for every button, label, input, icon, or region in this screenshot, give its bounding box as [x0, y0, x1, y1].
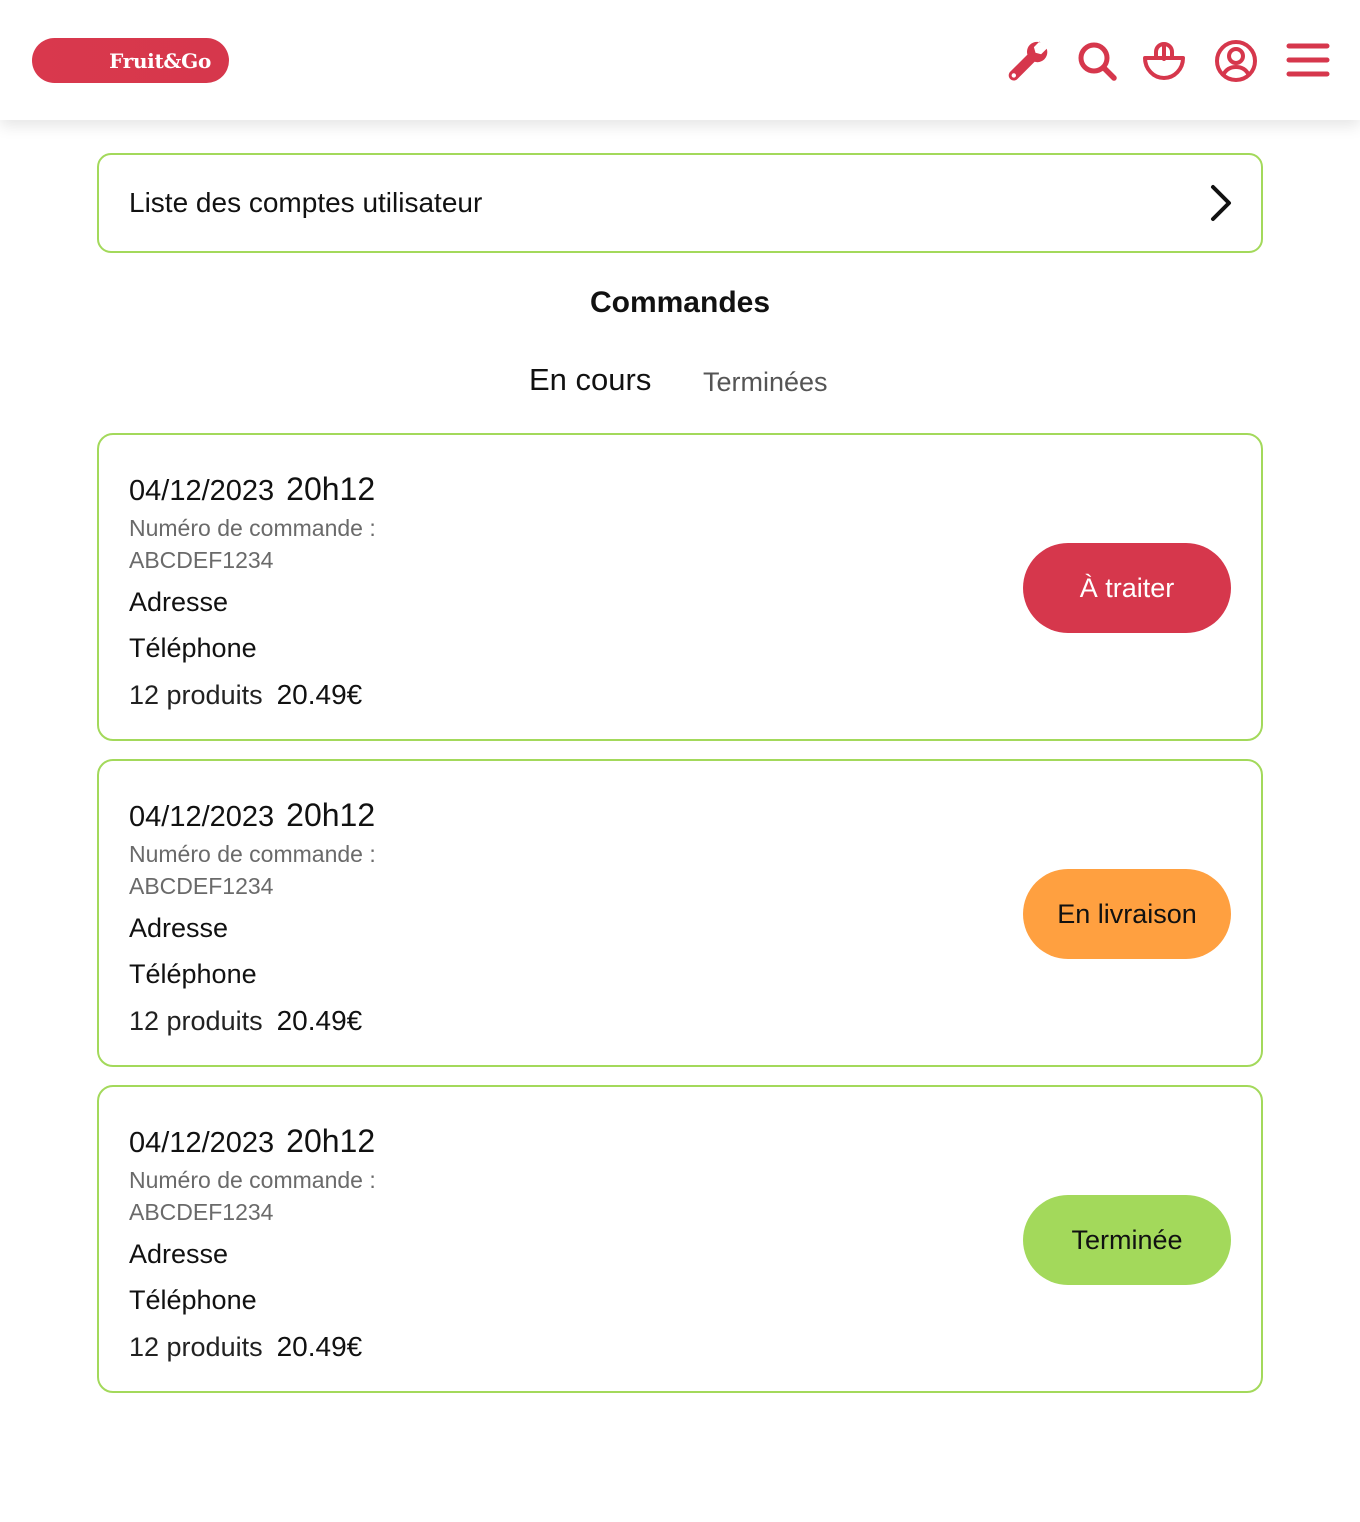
order-card: 04/12/2023 20h12 Numéro de commande : ABC… [97, 1085, 1263, 1393]
order-number: ABCDEF1234 [129, 547, 274, 573]
order-number-label: Numéro de commande : [129, 1167, 376, 1193]
order-number-label: Numéro de commande : [129, 515, 376, 541]
order-address: Adresse [129, 913, 229, 943]
tab-completed[interactable]: Terminées [703, 367, 828, 398]
order-total: 20.49€ [276, 1331, 363, 1362]
status-button-completed[interactable]: Terminée [1023, 1195, 1231, 1285]
order-datetime: 04/12/2023 20h12 [129, 471, 375, 508]
order-datetime: 04/12/2023 20h12 [129, 1123, 375, 1160]
order-total: 20.49€ [276, 679, 363, 710]
status-button-in-delivery[interactable]: En livraison [1023, 869, 1231, 959]
order-address: Adresse [129, 1239, 229, 1269]
user-accounts-link[interactable]: Liste des comptes utilisateur [97, 153, 1263, 253]
tab-in-progress[interactable]: En cours [529, 362, 651, 398]
order-date: 04/12/2023 [129, 1127, 275, 1159]
basket-icon[interactable] [1141, 38, 1187, 84]
order-phone: Téléphone [129, 633, 257, 663]
order-card: 04/12/2023 20h12 Numéro de commande : ABC… [97, 759, 1263, 1067]
order-time: 20h12 [286, 1123, 376, 1159]
order-card: 04/12/2023 20h12 Numéro de commande : ABC… [97, 433, 1263, 741]
user-accounts-label: Liste des comptes utilisateur [129, 187, 483, 218]
top-header: Fruit&Go [0, 0, 1360, 120]
order-summary: 12 produits 20.49€ [129, 1005, 362, 1037]
order-phone: Téléphone [129, 959, 257, 989]
order-time: 20h12 [286, 797, 376, 833]
order-product-count: 12 produits [129, 1332, 263, 1362]
chevron-right-icon [1209, 183, 1233, 228]
order-summary: 12 produits 20.49€ [129, 1331, 362, 1363]
order-product-count: 12 produits [129, 1006, 263, 1036]
order-date: 04/12/2023 [129, 475, 275, 507]
orders-title: Commandes [589, 286, 771, 319]
order-phone: Téléphone [129, 1285, 257, 1315]
user-icon[interactable] [1213, 38, 1259, 84]
wrench-icon[interactable] [1004, 38, 1050, 84]
order-product-count: 12 produits [129, 680, 263, 710]
brand-logo[interactable]: Fruit&Go [32, 38, 229, 83]
order-number-label: Numéro de commande : [129, 841, 376, 867]
order-address: Adresse [129, 587, 229, 617]
search-icon[interactable] [1074, 38, 1120, 84]
status-button-to-process[interactable]: À traiter [1023, 543, 1231, 633]
order-date: 04/12/2023 [129, 801, 275, 833]
order-total: 20.49€ [276, 1005, 363, 1036]
menu-icon[interactable] [1285, 38, 1331, 84]
order-summary: 12 produits 20.49€ [129, 679, 362, 711]
order-time: 20h12 [286, 471, 376, 507]
order-number: ABCDEF1234 [129, 1199, 274, 1225]
order-number: ABCDEF1234 [129, 873, 274, 899]
order-datetime: 04/12/2023 20h12 [129, 797, 375, 834]
